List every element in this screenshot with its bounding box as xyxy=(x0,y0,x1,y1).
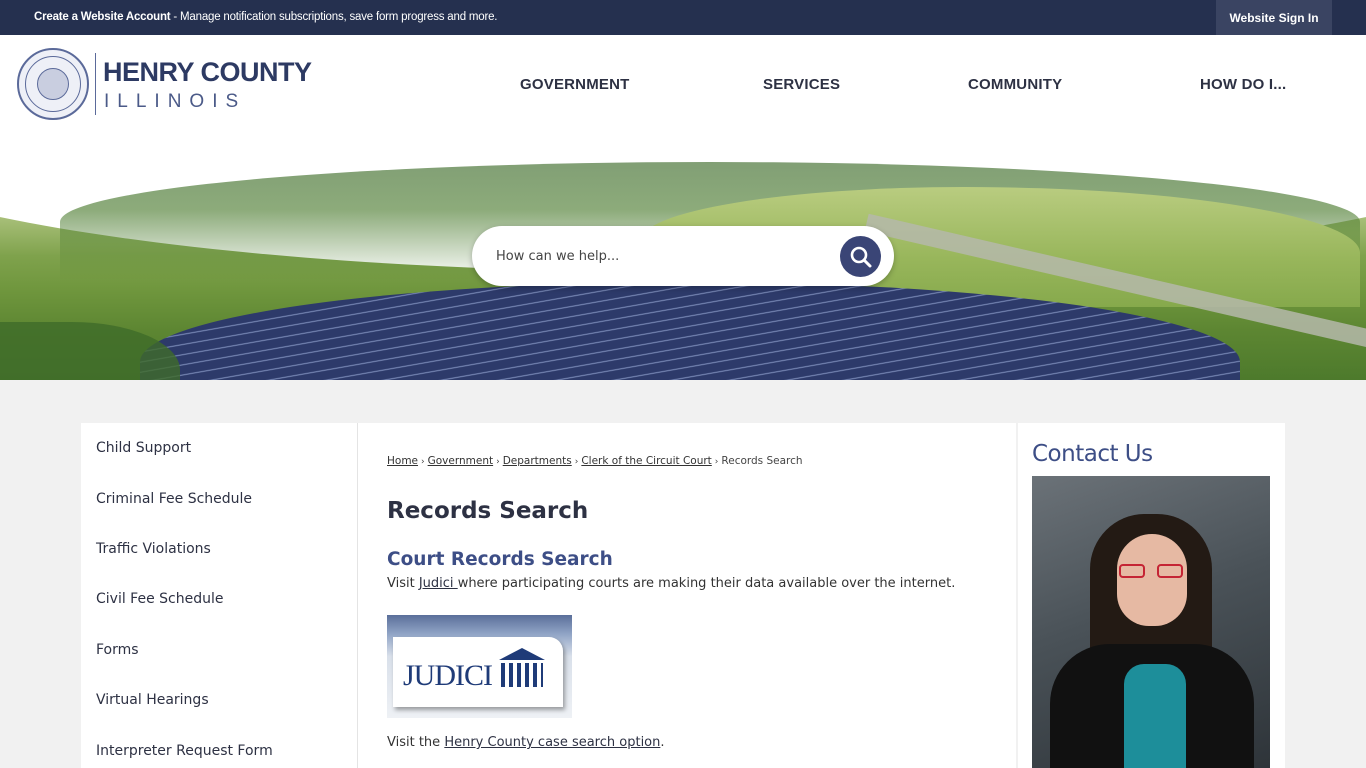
contact-photo xyxy=(1032,476,1270,768)
judici-text-post: where participating courts are making th… xyxy=(457,576,956,591)
sidebar-item-child-support[interactable]: Child Support xyxy=(96,440,191,456)
judici-logo-text: JUDICI xyxy=(403,659,493,692)
hero-trees xyxy=(0,322,180,380)
breadcrumb-clerk[interactable]: Clerk of the Circuit Court xyxy=(581,455,711,467)
nav-community[interactable]: COMMUNITY xyxy=(968,76,1062,93)
contact-panel: Contact Us xyxy=(1018,423,1285,768)
case-search-link[interactable]: Henry County case search option xyxy=(444,735,660,750)
seal-emblem xyxy=(37,68,69,100)
account-notice-text: - Manage notification subscriptions, sav… xyxy=(170,11,498,23)
site-search xyxy=(472,226,894,286)
search-input[interactable] xyxy=(496,244,826,268)
case-search-text-pre: Visit the xyxy=(387,735,445,750)
search-icon xyxy=(850,246,871,267)
breadcrumb-separator: › xyxy=(421,457,425,467)
nav-how-do-i[interactable]: HOW DO I... xyxy=(1200,76,1286,93)
hero-banner xyxy=(0,132,1366,380)
judici-building-icon xyxy=(499,648,545,660)
main-content: Home › Government › Departments › Clerk of the… xyxy=(358,423,1016,768)
breadcrumb-separator: › xyxy=(496,457,500,467)
sidebar-item-criminal-fee-schedule[interactable]: Criminal Fee Schedule xyxy=(96,491,252,507)
sidebar-nav: Child Support Criminal Fee Schedule Traf… xyxy=(81,423,357,768)
judici-link[interactable]: Judici xyxy=(419,576,458,591)
case-search-text-post: . xyxy=(660,735,665,750)
breadcrumb-separator: › xyxy=(574,457,579,467)
logo-name[interactable]: HENRY COUNTY xyxy=(103,57,312,88)
account-notice[interactable]: Create a Website Account - Manage notifi… xyxy=(34,11,497,23)
sidebar-item-virtual-hearings[interactable]: Virtual Hearings xyxy=(96,692,209,708)
logo-divider xyxy=(95,53,96,115)
breadcrumb: Home › Government › Departments › Clerk of the… xyxy=(387,455,803,467)
site-header: HENRY COUNTY ILLINOIS GOVERNMENT SERVICE… xyxy=(0,35,1366,132)
sidebar-item-traffic-violations[interactable]: Traffic Violations xyxy=(96,541,211,557)
sidebar-item-interpreter-request-form[interactable]: Interpreter Request Form xyxy=(96,743,273,759)
sidebar-item-civil-fee-schedule[interactable]: Civil Fee Schedule xyxy=(96,591,223,607)
photo-face xyxy=(1117,534,1187,626)
page-title: Records Search xyxy=(387,498,589,524)
create-account-link[interactable]: Create a Website Account xyxy=(34,11,171,23)
photo-glasses-left xyxy=(1119,564,1145,578)
search-button[interactable] xyxy=(840,236,881,277)
contact-title: Contact Us xyxy=(1032,441,1153,467)
breadcrumb-government[interactable]: Government xyxy=(428,455,493,467)
photo-blouse xyxy=(1124,664,1186,768)
section-heading: Court Records Search xyxy=(387,549,613,570)
county-seal-logo[interactable] xyxy=(17,48,89,120)
nav-services[interactable]: SERVICES xyxy=(763,76,840,93)
photo-glasses-right xyxy=(1157,564,1183,578)
judici-text-pre: Visit xyxy=(387,576,419,591)
sign-in-button[interactable]: Website Sign In xyxy=(1216,0,1332,35)
nav-government[interactable]: GOVERNMENT xyxy=(520,76,630,93)
top-bar: Create a Website Account - Manage notifi… xyxy=(0,0,1366,35)
breadcrumb-current: Records Search xyxy=(721,455,803,467)
breadcrumb-separator: › xyxy=(714,457,719,467)
sidebar-item-forms[interactable]: Forms xyxy=(96,642,139,658)
breadcrumb-home[interactable]: Home xyxy=(387,455,418,467)
judici-logo-image[interactable]: JUDICI xyxy=(387,615,572,718)
judici-paragraph: Visit Judici where participating courts … xyxy=(387,576,955,591)
logo-state: ILLINOIS xyxy=(104,91,247,112)
case-search-paragraph: Visit the Henry County case search optio… xyxy=(387,735,665,750)
breadcrumb-departments[interactable]: Departments xyxy=(503,455,572,467)
judici-columns-icon xyxy=(501,663,543,687)
